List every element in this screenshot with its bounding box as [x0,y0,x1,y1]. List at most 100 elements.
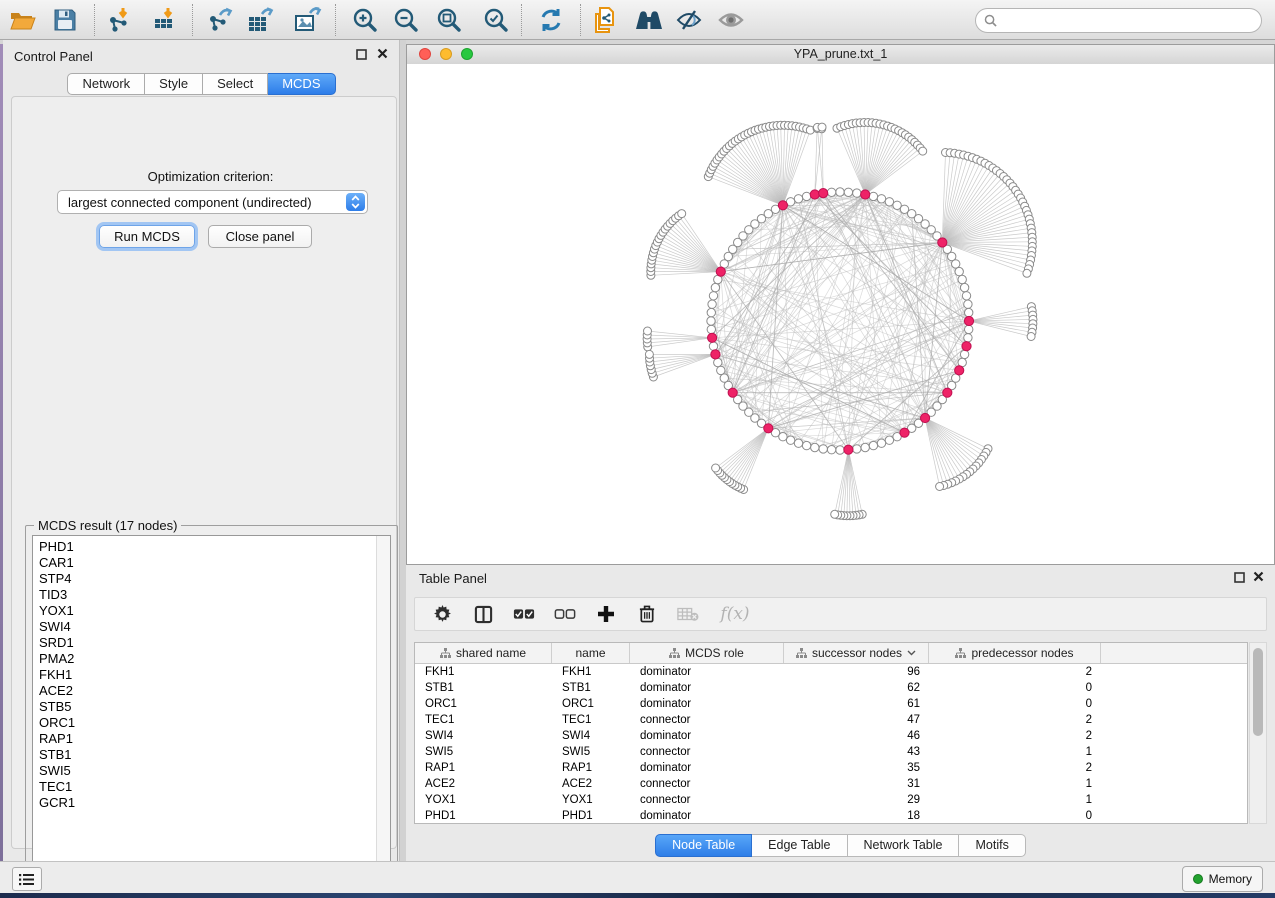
mcds-result-list[interactable]: PHD1CAR1STP4TID3YOX1SWI4SRD1PMA2FKH1ACE2… [32,535,391,890]
close-icon[interactable] [1253,571,1264,582]
deselect-all-columns-button[interactable] [553,602,577,626]
table-row-phd1[interactable]: PHD1PHD1dominator180 [415,808,1247,824]
tab-mcds[interactable]: MCDS [268,73,335,95]
graph-node [885,436,893,444]
mcds-result-item[interactable]: STB5 [39,699,390,715]
cell-name: ACE2 [552,778,630,790]
show-columns-button[interactable] [471,602,495,626]
table-scrollbar-thumb[interactable] [1253,648,1263,736]
memory-button[interactable]: Memory [1182,866,1263,892]
tab-node-table[interactable]: Node Table [655,834,752,857]
network-window-titlebar[interactable]: YPA_prune.txt_1 [407,45,1274,65]
graph-node [853,189,861,197]
delete-column-button[interactable] [635,602,659,626]
column-header-predecessor-nodes[interactable]: predecessor nodes [929,643,1101,663]
tab-network-table[interactable]: Network Table [848,834,960,857]
function-builder-button[interactable]: f(x) [717,602,753,626]
graph-node [955,267,963,275]
mcds-result-item[interactable]: TEC1 [39,779,390,795]
delete-table-button[interactable] [676,602,700,626]
tab-style[interactable]: Style [145,73,203,95]
create-column-button[interactable] [594,602,618,626]
mcds-result-item[interactable]: TID3 [39,587,390,603]
zoom-out-button[interactable] [389,4,423,36]
save-floppy-icon [54,9,76,31]
result-list-scrollbar[interactable] [376,536,390,889]
search-icon [984,14,997,27]
table-row-fkh1[interactable]: FKH1FKH1dominator962 [415,664,1247,680]
network-graph-canvas[interactable] [407,64,1274,564]
mcds-result-item[interactable]: ACE2 [39,683,390,699]
table-row-orc1[interactable]: ORC1ORC1dominator610 [415,696,1247,712]
mcds-result-item[interactable]: CAR1 [39,555,390,571]
mcds-result-item[interactable]: PMA2 [39,651,390,667]
close-icon[interactable] [377,48,388,59]
select-all-columns-button[interactable] [512,602,536,626]
refresh-layout-button[interactable] [534,4,568,36]
mcds-result-item[interactable]: ORC1 [39,715,390,731]
table-row-rap1[interactable]: RAP1RAP1dominator352 [415,760,1247,776]
graph-node [836,188,844,196]
float-icon[interactable] [356,49,367,60]
zoom-fit-button[interactable] [432,4,466,36]
export-table-button[interactable] [244,4,278,36]
main-toolbar [0,0,1275,40]
hide-selection-button[interactable] [672,4,706,36]
table-row-tec1[interactable]: TEC1TEC1connector472 [415,712,1247,728]
mcds-result-item[interactable]: SRD1 [39,635,390,651]
column-label: shared name [456,646,526,660]
application-window: Control Panel Optimization criterion: la… [0,0,1275,893]
mcds-result-item[interactable]: STB1 [39,747,390,763]
graph-node [709,292,717,300]
graph-node [786,436,794,444]
mcds-result-item[interactable]: PHD1 [39,539,390,555]
clone-network-button[interactable] [588,4,622,36]
zoom-in-button[interactable] [348,4,382,36]
table-row-swi4[interactable]: SWI4SWI4dominator462 [415,728,1247,744]
cell-shared-name: YOX1 [415,794,552,806]
zoom-selected-button[interactable] [479,4,513,36]
search-binoculars-button[interactable] [632,4,666,36]
mcds-result-item[interactable]: RAP1 [39,731,390,747]
table-row-yox1[interactable]: YOX1YOX1connector291 [415,792,1247,808]
table-row-stb1[interactable]: STB1STB1dominator620 [415,680,1247,696]
mcds-result-item[interactable]: YOX1 [39,603,390,619]
tab-select[interactable]: Select [203,73,268,95]
task-history-button[interactable] [12,867,42,891]
mcds-node [900,428,909,437]
column-header-mcds-role[interactable]: MCDS role [630,643,784,663]
table-settings-button[interactable] [430,602,454,626]
import-table-button[interactable] [148,4,182,36]
optimization-criterion-select[interactable]: largest connected component (undirected) [57,190,368,214]
mcds-result-item[interactable]: SWI4 [39,619,390,635]
mcds-result-item[interactable]: GCR1 [39,795,390,811]
graph-node [707,325,715,333]
column-header-successor-nodes[interactable]: successor nodes [784,643,929,663]
export-image-button[interactable] [291,4,325,36]
import-network-button[interactable] [103,4,137,36]
export-network-button[interactable] [203,4,237,36]
network-view-window: YPA_prune.txt_1 [406,44,1275,565]
table-row-swi5[interactable]: SWI5SWI5connector431 [415,744,1247,760]
run-mcds-button[interactable]: Run MCDS [99,225,195,248]
float-icon[interactable] [1234,572,1245,583]
column-header-shared-name[interactable]: shared name [415,643,552,663]
open-file-button[interactable] [5,4,39,36]
cell-mcds-role: connector [630,746,784,758]
save-session-button[interactable] [48,4,82,36]
column-header-name[interactable]: name [552,643,630,663]
tab-motifs[interactable]: Motifs [959,834,1025,857]
show-all-button[interactable] [714,4,748,36]
mcds-result-item[interactable]: SWI5 [39,763,390,779]
graph-node [707,317,715,325]
mcds-result-item[interactable]: STP4 [39,571,390,587]
mcds-result-item[interactable]: FKH1 [39,667,390,683]
table-row-ace2[interactable]: ACE2ACE2connector311 [415,776,1247,792]
desktop-background-bottom [0,893,1275,898]
table-scrollbar[interactable] [1249,642,1267,824]
close-panel-button[interactable]: Close panel [208,225,312,248]
cell-predecessor-nodes: 0 [929,810,1101,822]
tab-edge-table[interactable]: Edge Table [752,834,847,857]
tab-network[interactable]: Network [67,73,145,95]
search-input[interactable] [1002,13,1253,29]
